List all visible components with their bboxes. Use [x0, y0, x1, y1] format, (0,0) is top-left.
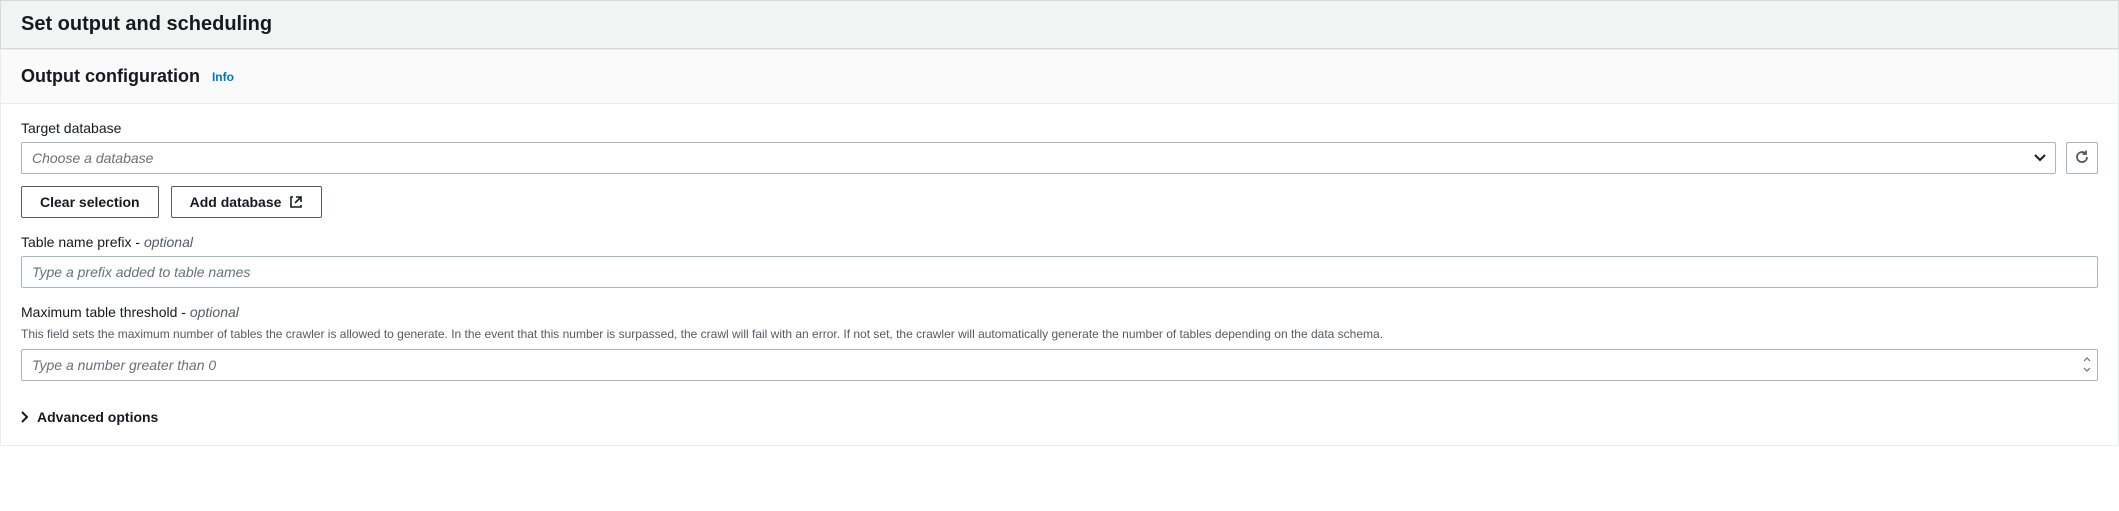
advanced-options-toggle[interactable]: Advanced options: [21, 409, 2098, 425]
info-link[interactable]: Info: [212, 70, 234, 84]
add-database-button[interactable]: Add database: [171, 186, 323, 218]
chevron-down-icon: [2083, 367, 2091, 372]
spinner-down-button[interactable]: [2080, 365, 2094, 375]
table-prefix-label-text: Table name prefix -: [21, 234, 144, 250]
panel-body: Target database Choose a database: [1, 104, 2118, 445]
clear-selection-label: Clear selection: [40, 194, 140, 210]
table-prefix-input[interactable]: [21, 256, 2098, 288]
target-database-group: Target database Choose a database: [21, 120, 2098, 218]
target-database-buttons: Clear selection Add database: [21, 186, 2098, 218]
max-threshold-label-text: Maximum table threshold -: [21, 304, 190, 320]
target-database-placeholder: Choose a database: [32, 150, 153, 166]
caret-right-icon: [21, 411, 29, 423]
refresh-icon: [2074, 149, 2090, 168]
clear-selection-button[interactable]: Clear selection: [21, 186, 159, 218]
table-prefix-optional: optional: [144, 234, 193, 250]
max-threshold-description: This field sets the maximum number of ta…: [21, 326, 2098, 343]
external-link-icon: [289, 195, 303, 209]
panel-title: Output configuration: [21, 66, 200, 87]
target-database-select[interactable]: Choose a database: [21, 142, 2056, 174]
add-database-label: Add database: [190, 194, 282, 210]
table-prefix-label: Table name prefix - optional: [21, 234, 2098, 250]
advanced-options-label: Advanced options: [37, 409, 158, 425]
refresh-button[interactable]: [2066, 142, 2098, 174]
max-threshold-input[interactable]: [21, 349, 2098, 381]
max-threshold-optional: optional: [190, 304, 239, 320]
spinner-up-button[interactable]: [2080, 355, 2094, 365]
max-threshold-group: Maximum table threshold - optional This …: [21, 304, 2098, 381]
number-spinner: [2080, 355, 2094, 375]
output-config-panel: Output configuration Info Target databas…: [0, 49, 2119, 446]
max-threshold-label: Maximum table threshold - optional: [21, 304, 2098, 320]
chevron-up-icon: [2083, 357, 2091, 362]
max-threshold-input-wrap: [21, 349, 2098, 381]
page-title: Set output and scheduling: [21, 13, 272, 35]
panel-header: Output configuration Info: [1, 50, 2118, 104]
target-database-select-wrap: Choose a database: [21, 142, 2056, 174]
table-prefix-group: Table name prefix - optional: [21, 234, 2098, 288]
target-database-row: Choose a database: [21, 142, 2098, 174]
target-database-label: Target database: [21, 120, 2098, 136]
page-header: Set output and scheduling: [0, 0, 2119, 49]
